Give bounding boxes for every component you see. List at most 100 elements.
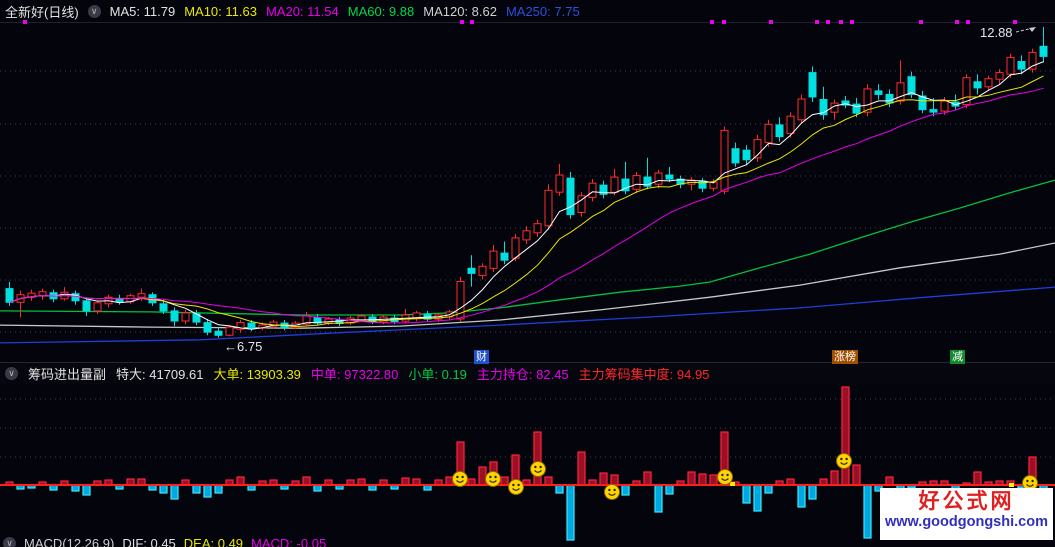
candle-body xyxy=(181,312,190,322)
candle-body xyxy=(82,300,91,312)
candle-body xyxy=(995,72,1004,80)
low-price-annotation: ←6.75 xyxy=(224,339,262,354)
inflow-bar xyxy=(885,476,894,486)
candle-body xyxy=(665,174,674,180)
field-chip-concentration: 主力筹码集中度: 94.95 xyxy=(578,367,710,382)
candle-body xyxy=(324,318,333,324)
candle-body xyxy=(588,182,597,198)
inflow-bar xyxy=(687,471,696,486)
chevron-down-icon[interactable]: ∨ xyxy=(5,367,18,380)
field-large-order: 大单: 13903.39 xyxy=(213,367,301,382)
candle-body xyxy=(5,288,14,303)
inflow-bar xyxy=(599,472,608,486)
smiley-face-icon xyxy=(836,453,852,469)
candle-body xyxy=(808,72,817,98)
candle-body xyxy=(489,250,498,269)
candle-body xyxy=(874,90,883,95)
smiley-face-icon xyxy=(604,484,620,500)
smiley-face-icon xyxy=(508,479,524,495)
inflow-bar xyxy=(401,477,410,486)
stock-app-window: ←6.75 12.88 全新好(日线) ∨ MA5: 11.79 MA10: 11… xyxy=(0,0,1055,547)
smiley-face-icon xyxy=(452,471,468,487)
watermark: 好公式网 www.goodgongshi.com xyxy=(880,488,1053,540)
inflow-bar xyxy=(544,476,553,486)
high-price-annotation: 12.88 xyxy=(980,25,1013,40)
inflow-bar xyxy=(236,476,245,486)
event-badge-limit-up-list[interactable]: 涨榜 xyxy=(832,350,858,364)
outflow-bar xyxy=(170,484,179,500)
outflow-bar xyxy=(621,484,630,496)
outflow-bar xyxy=(214,484,223,494)
event-badge-finance[interactable]: 财 xyxy=(474,350,489,364)
candle-body xyxy=(907,76,916,95)
inflow-bar xyxy=(973,471,982,486)
smiley-face-icon xyxy=(717,469,733,485)
candle-body xyxy=(93,302,102,312)
candle-body xyxy=(929,109,938,113)
field-extra-large: 特大: 41709.61 xyxy=(116,367,204,382)
candle-body xyxy=(533,223,542,234)
chevron-down-icon[interactable]: ∨ xyxy=(87,4,101,18)
candle-body xyxy=(544,189,553,227)
ma250-label: MA250: 7.75 xyxy=(505,3,580,19)
inflow-bar xyxy=(445,476,454,486)
ma-line-ma60 xyxy=(0,179,1055,316)
candle-body xyxy=(775,124,784,138)
candle-body xyxy=(566,177,575,216)
outflow-bar xyxy=(665,484,674,495)
inflow-bar xyxy=(841,386,850,486)
yellow-signal-mark xyxy=(1009,483,1014,487)
macd-row-clipped: ∨ MACD(12,26,9) DIF: 0.45 DEA: 0.49 MACD… xyxy=(3,536,326,547)
inflow-bar xyxy=(533,431,542,486)
inflow-bar xyxy=(500,476,509,486)
candle-body xyxy=(478,265,487,276)
outflow-bar xyxy=(797,484,806,508)
candle-body xyxy=(137,293,146,298)
candle-body xyxy=(632,175,641,190)
candle-body xyxy=(797,98,806,121)
candle-body xyxy=(720,129,729,192)
chart-svg[interactable]: ←6.75 12.88 xyxy=(0,0,1055,547)
candle-body xyxy=(1039,45,1048,57)
ma60-label: MA60: 9.88 xyxy=(347,3,415,19)
outflow-bar xyxy=(159,484,168,494)
candle-body xyxy=(973,81,982,89)
candle-body xyxy=(731,148,740,164)
symbol-title: 全新好(日线) xyxy=(5,4,79,20)
outflow-bar xyxy=(863,484,872,539)
outflow-bar xyxy=(808,484,817,500)
dea-value: DEA: 0.49 xyxy=(183,536,244,547)
inflow-bar xyxy=(478,466,487,486)
smiley-face-icon xyxy=(485,471,501,487)
candle-body xyxy=(159,303,168,312)
candle-body xyxy=(214,330,223,336)
ma120-label: MA120: 8.62 xyxy=(423,3,497,19)
candle-body xyxy=(1017,61,1026,70)
ma5-label: MA5: 11.79 xyxy=(109,3,176,19)
macd-params: MACD(12,26,9) xyxy=(24,536,115,547)
inflow-bar xyxy=(709,474,718,486)
outflow-bar xyxy=(203,484,212,498)
outflow-bar xyxy=(566,484,575,541)
inflow-bar xyxy=(698,473,707,486)
candle-body xyxy=(1006,56,1015,75)
macd-value: MACD: -0.05 xyxy=(251,536,327,547)
outflow-bar xyxy=(742,484,751,504)
outflow-bar xyxy=(192,484,201,494)
main-grid xyxy=(0,70,1055,333)
chevron-down-icon[interactable]: ∨ xyxy=(3,537,16,547)
outflow-bar xyxy=(82,484,91,496)
watermark-url: www.goodgongshi.com xyxy=(885,514,1048,530)
field-main-position: 主力持仓: 82.45 xyxy=(476,367,569,382)
outflow-bar xyxy=(753,484,762,512)
sub-indicator-header: ∨ 筹码进出量副 特大: 41709.61 大单: 13903.39 中单: 9… xyxy=(0,362,1055,384)
inflow-bar xyxy=(852,464,861,486)
candle-body xyxy=(522,230,531,241)
dif-value: DIF: 0.45 xyxy=(122,536,176,547)
candlestick-series[interactable] xyxy=(5,27,1048,338)
event-badge-reduce-holding[interactable]: 减 xyxy=(950,350,965,364)
outflow-bar xyxy=(764,484,773,494)
sub-indicator-title: 筹码进出量副 xyxy=(28,367,107,382)
outflow-bar xyxy=(654,484,663,513)
candle-body xyxy=(203,322,212,333)
